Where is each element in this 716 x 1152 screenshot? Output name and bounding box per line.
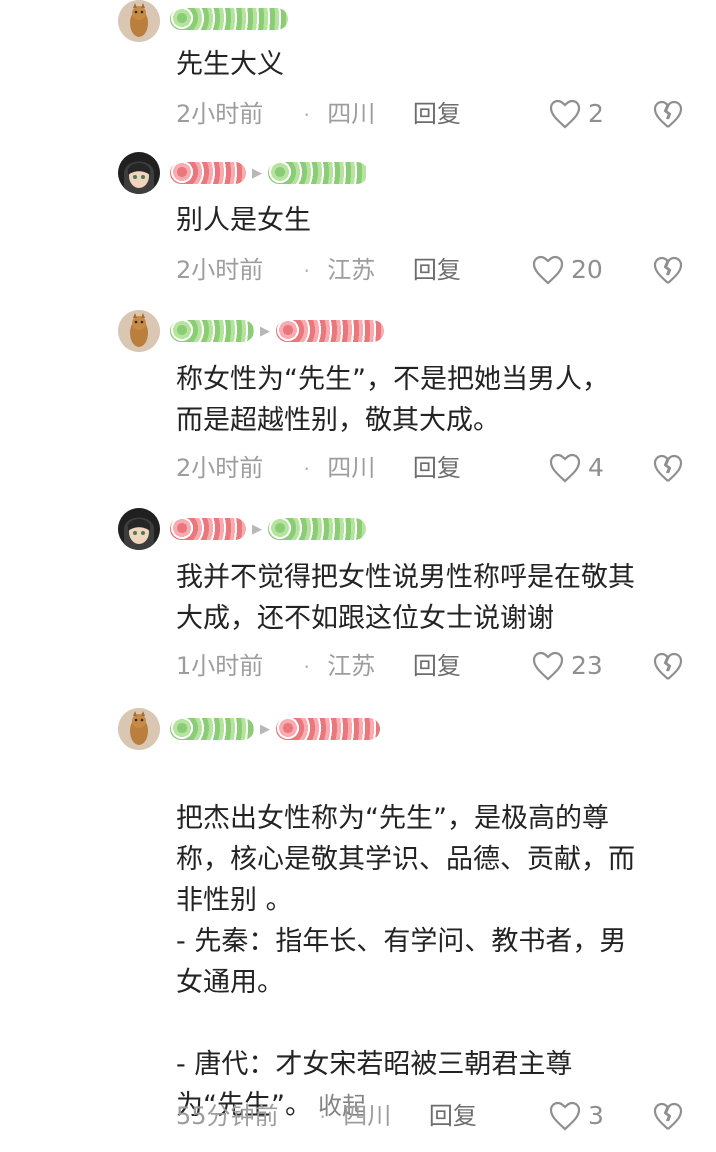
anime-avatar-icon (118, 508, 160, 550)
dot-separator-icon: · (303, 259, 310, 283)
cat-avatar-icon (118, 0, 160, 42)
reply-button[interactable]: 回复 (429, 1099, 493, 1133)
redacted-username (170, 8, 288, 30)
like-button[interactable]: 23 (531, 649, 603, 683)
username-line[interactable]: ▶ (170, 314, 384, 348)
redacted-reply-target (268, 518, 366, 540)
heart-outline-icon (549, 99, 581, 129)
redacted-username (170, 718, 254, 740)
redacted-username (170, 518, 246, 540)
comment-time: 1小时前 (176, 652, 264, 680)
user-avatar[interactable] (118, 0, 160, 42)
broken-heart-outline-icon (653, 1102, 683, 1130)
like-button[interactable]: 20 (531, 253, 603, 287)
broken-heart-outline-icon (653, 100, 683, 128)
comment-meta: 2小时前 · 四川 回复 2 (176, 97, 686, 131)
anime-avatar-icon (118, 152, 160, 194)
comment-location: 四川 (343, 1102, 392, 1130)
comment-time: 2小时前 (176, 256, 264, 284)
username-line[interactable]: ▶ (170, 712, 380, 746)
user-avatar[interactable] (118, 310, 160, 352)
cat-avatar-icon (118, 310, 160, 352)
comment-location: 四川 (327, 100, 376, 128)
reply-arrow-icon: ▶ (260, 323, 270, 339)
reply-button[interactable]: 回复 (413, 97, 477, 131)
dislike-button[interactable] (652, 451, 684, 485)
like-count: 3 (588, 1101, 604, 1130)
user-avatar[interactable] (118, 508, 160, 550)
comment-meta: 1小时前 · 江苏 回复 23 (176, 649, 686, 683)
reply-button[interactable]: 回复 (413, 649, 477, 683)
user-avatar[interactable] (118, 152, 160, 194)
heart-outline-icon (549, 1101, 581, 1131)
dot-separator-icon: · (303, 103, 310, 127)
reply-button[interactable]: 回复 (413, 451, 477, 485)
comment-text: 我并不觉得把女性说男性称呼是在敬其 大成，还不如跟这位女士说谢谢 (176, 562, 635, 634)
comment-location: 江苏 (327, 652, 376, 680)
comment-meta: 2小时前 · 四川 回复 4 (176, 451, 686, 485)
reply-arrow-icon: ▶ (252, 521, 262, 537)
heart-outline-icon (532, 651, 564, 681)
username-line[interactable] (170, 2, 288, 36)
redacted-reply-target (276, 320, 384, 342)
like-button[interactable]: 3 (548, 1099, 604, 1133)
like-button[interactable]: 2 (548, 97, 604, 131)
comment-text: 别人是女生 (176, 205, 311, 236)
like-count: 23 (571, 651, 603, 680)
user-avatar[interactable] (118, 708, 160, 750)
comment-location: 四川 (327, 454, 376, 482)
comment-text: 先生大义 (176, 49, 284, 80)
redacted-reply-target (268, 162, 368, 184)
comment-meta: 2小时前 · 江苏 回复 20 (176, 253, 686, 287)
heart-outline-icon (549, 453, 581, 483)
like-count: 2 (588, 99, 604, 128)
like-button[interactable]: 4 (548, 451, 604, 485)
heart-outline-icon (532, 255, 564, 285)
redacted-username (170, 162, 246, 184)
comment-text: 把杰出女性称为“先生”，是极高的尊 称，核心是敬其学识、品德、贡献，而 非性别 … (176, 757, 696, 1127)
broken-heart-outline-icon (653, 256, 683, 284)
broken-heart-outline-icon (653, 454, 683, 482)
reply-arrow-icon: ▶ (252, 165, 262, 181)
comment-time: 2小时前 (176, 100, 264, 128)
comment-body: 把杰出女性称为“先生”，是极高的尊 称，核心是敬其学识、品德、贡献，而 非性别 … (176, 803, 635, 1121)
like-count: 4 (588, 453, 604, 482)
comment-time: 55分钟前 (176, 1102, 279, 1130)
redacted-username (170, 320, 254, 342)
dislike-button[interactable] (652, 253, 684, 287)
dislike-button[interactable] (652, 649, 684, 683)
comment-meta: 55分钟前 · 四川 回复 3 (176, 1099, 686, 1133)
like-count: 20 (571, 255, 603, 284)
redacted-reply-target (276, 718, 380, 740)
comment-location: 江苏 (327, 256, 376, 284)
username-line[interactable]: ▶ (170, 512, 366, 546)
comment-thread: 先生大义 2小时前 · 四川 回复 2 ▶ 别人是女生 2小时前 · 江苏 回复… (0, 0, 716, 1152)
broken-heart-outline-icon (653, 652, 683, 680)
cat-avatar-icon (118, 708, 160, 750)
dot-separator-icon: · (303, 457, 310, 481)
reply-button[interactable]: 回复 (413, 253, 477, 287)
username-line[interactable]: ▶ (170, 156, 368, 190)
dislike-button[interactable] (652, 1099, 684, 1133)
dot-separator-icon: · (303, 655, 310, 679)
reply-arrow-icon: ▶ (260, 721, 270, 737)
comment-time: 2小时前 (176, 454, 264, 482)
comment-text: 称女性为“先生”，不是把她当男人， 而是超越性别，敬其大成。 (176, 364, 609, 436)
dislike-button[interactable] (652, 97, 684, 131)
dot-separator-icon: · (319, 1105, 326, 1129)
